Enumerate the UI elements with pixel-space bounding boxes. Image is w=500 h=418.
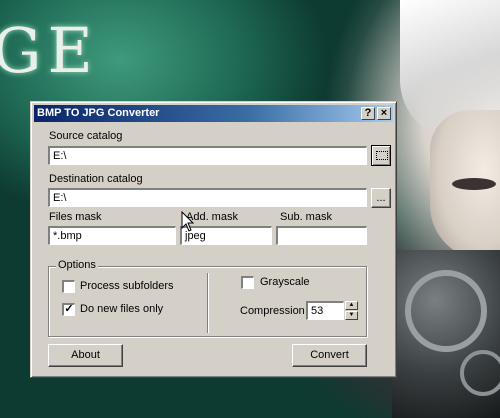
- source-browse-button[interactable]: [371, 145, 391, 166]
- destination-catalog-label: Destination catalog: [49, 173, 143, 185]
- window-title: BMP TO JPG Converter: [37, 107, 160, 119]
- source-catalog-input[interactable]: E:\: [48, 146, 367, 165]
- destination-catalog-input[interactable]: E:\: [48, 188, 367, 207]
- convert-button[interactable]: Convert: [292, 344, 367, 367]
- help-button[interactable]: ?: [361, 107, 375, 120]
- compression-input[interactable]: 53: [306, 301, 344, 320]
- grayscale-checkbox[interactable]: [241, 276, 254, 289]
- new-files-only-label[interactable]: Do new files only: [80, 303, 163, 315]
- files-mask-input[interactable]: *.bmp: [48, 226, 176, 245]
- about-button[interactable]: About: [48, 344, 123, 367]
- files-mask-label: Files mask: [49, 211, 102, 223]
- title-bar[interactable]: BMP TO JPG Converter ? ×: [34, 105, 393, 122]
- wallpaper-lips: [452, 178, 496, 190]
- process-subfolders-checkbox[interactable]: [62, 280, 75, 293]
- converter-window: BMP TO JPG Converter ? × Source catalog …: [30, 101, 397, 378]
- compression-spin-up[interactable]: ▲: [345, 301, 358, 310]
- wallpaper-armor-ring-small: [460, 350, 500, 396]
- close-button[interactable]: ×: [377, 107, 391, 120]
- compression-spin-down[interactable]: ▼: [345, 311, 358, 320]
- wallpaper-title-text: GE: [0, 14, 99, 87]
- source-catalog-label: Source catalog: [49, 130, 123, 142]
- compression-label: Compression: [240, 305, 305, 317]
- destination-browse-button[interactable]: ...: [371, 188, 391, 208]
- sub-mask-input[interactable]: [276, 226, 367, 245]
- process-subfolders-label[interactable]: Process subfolders: [80, 280, 174, 292]
- grayscale-label[interactable]: Grayscale: [260, 276, 310, 288]
- options-group-title: Options: [56, 259, 98, 271]
- mouse-cursor-icon: [181, 211, 195, 232]
- options-divider: [207, 273, 209, 333]
- sub-mask-label: Sub. mask: [280, 211, 332, 223]
- browse-focus-icon: [376, 151, 388, 160]
- new-files-only-checkbox[interactable]: ✓: [62, 303, 75, 316]
- wallpaper-armor-ring: [405, 270, 487, 352]
